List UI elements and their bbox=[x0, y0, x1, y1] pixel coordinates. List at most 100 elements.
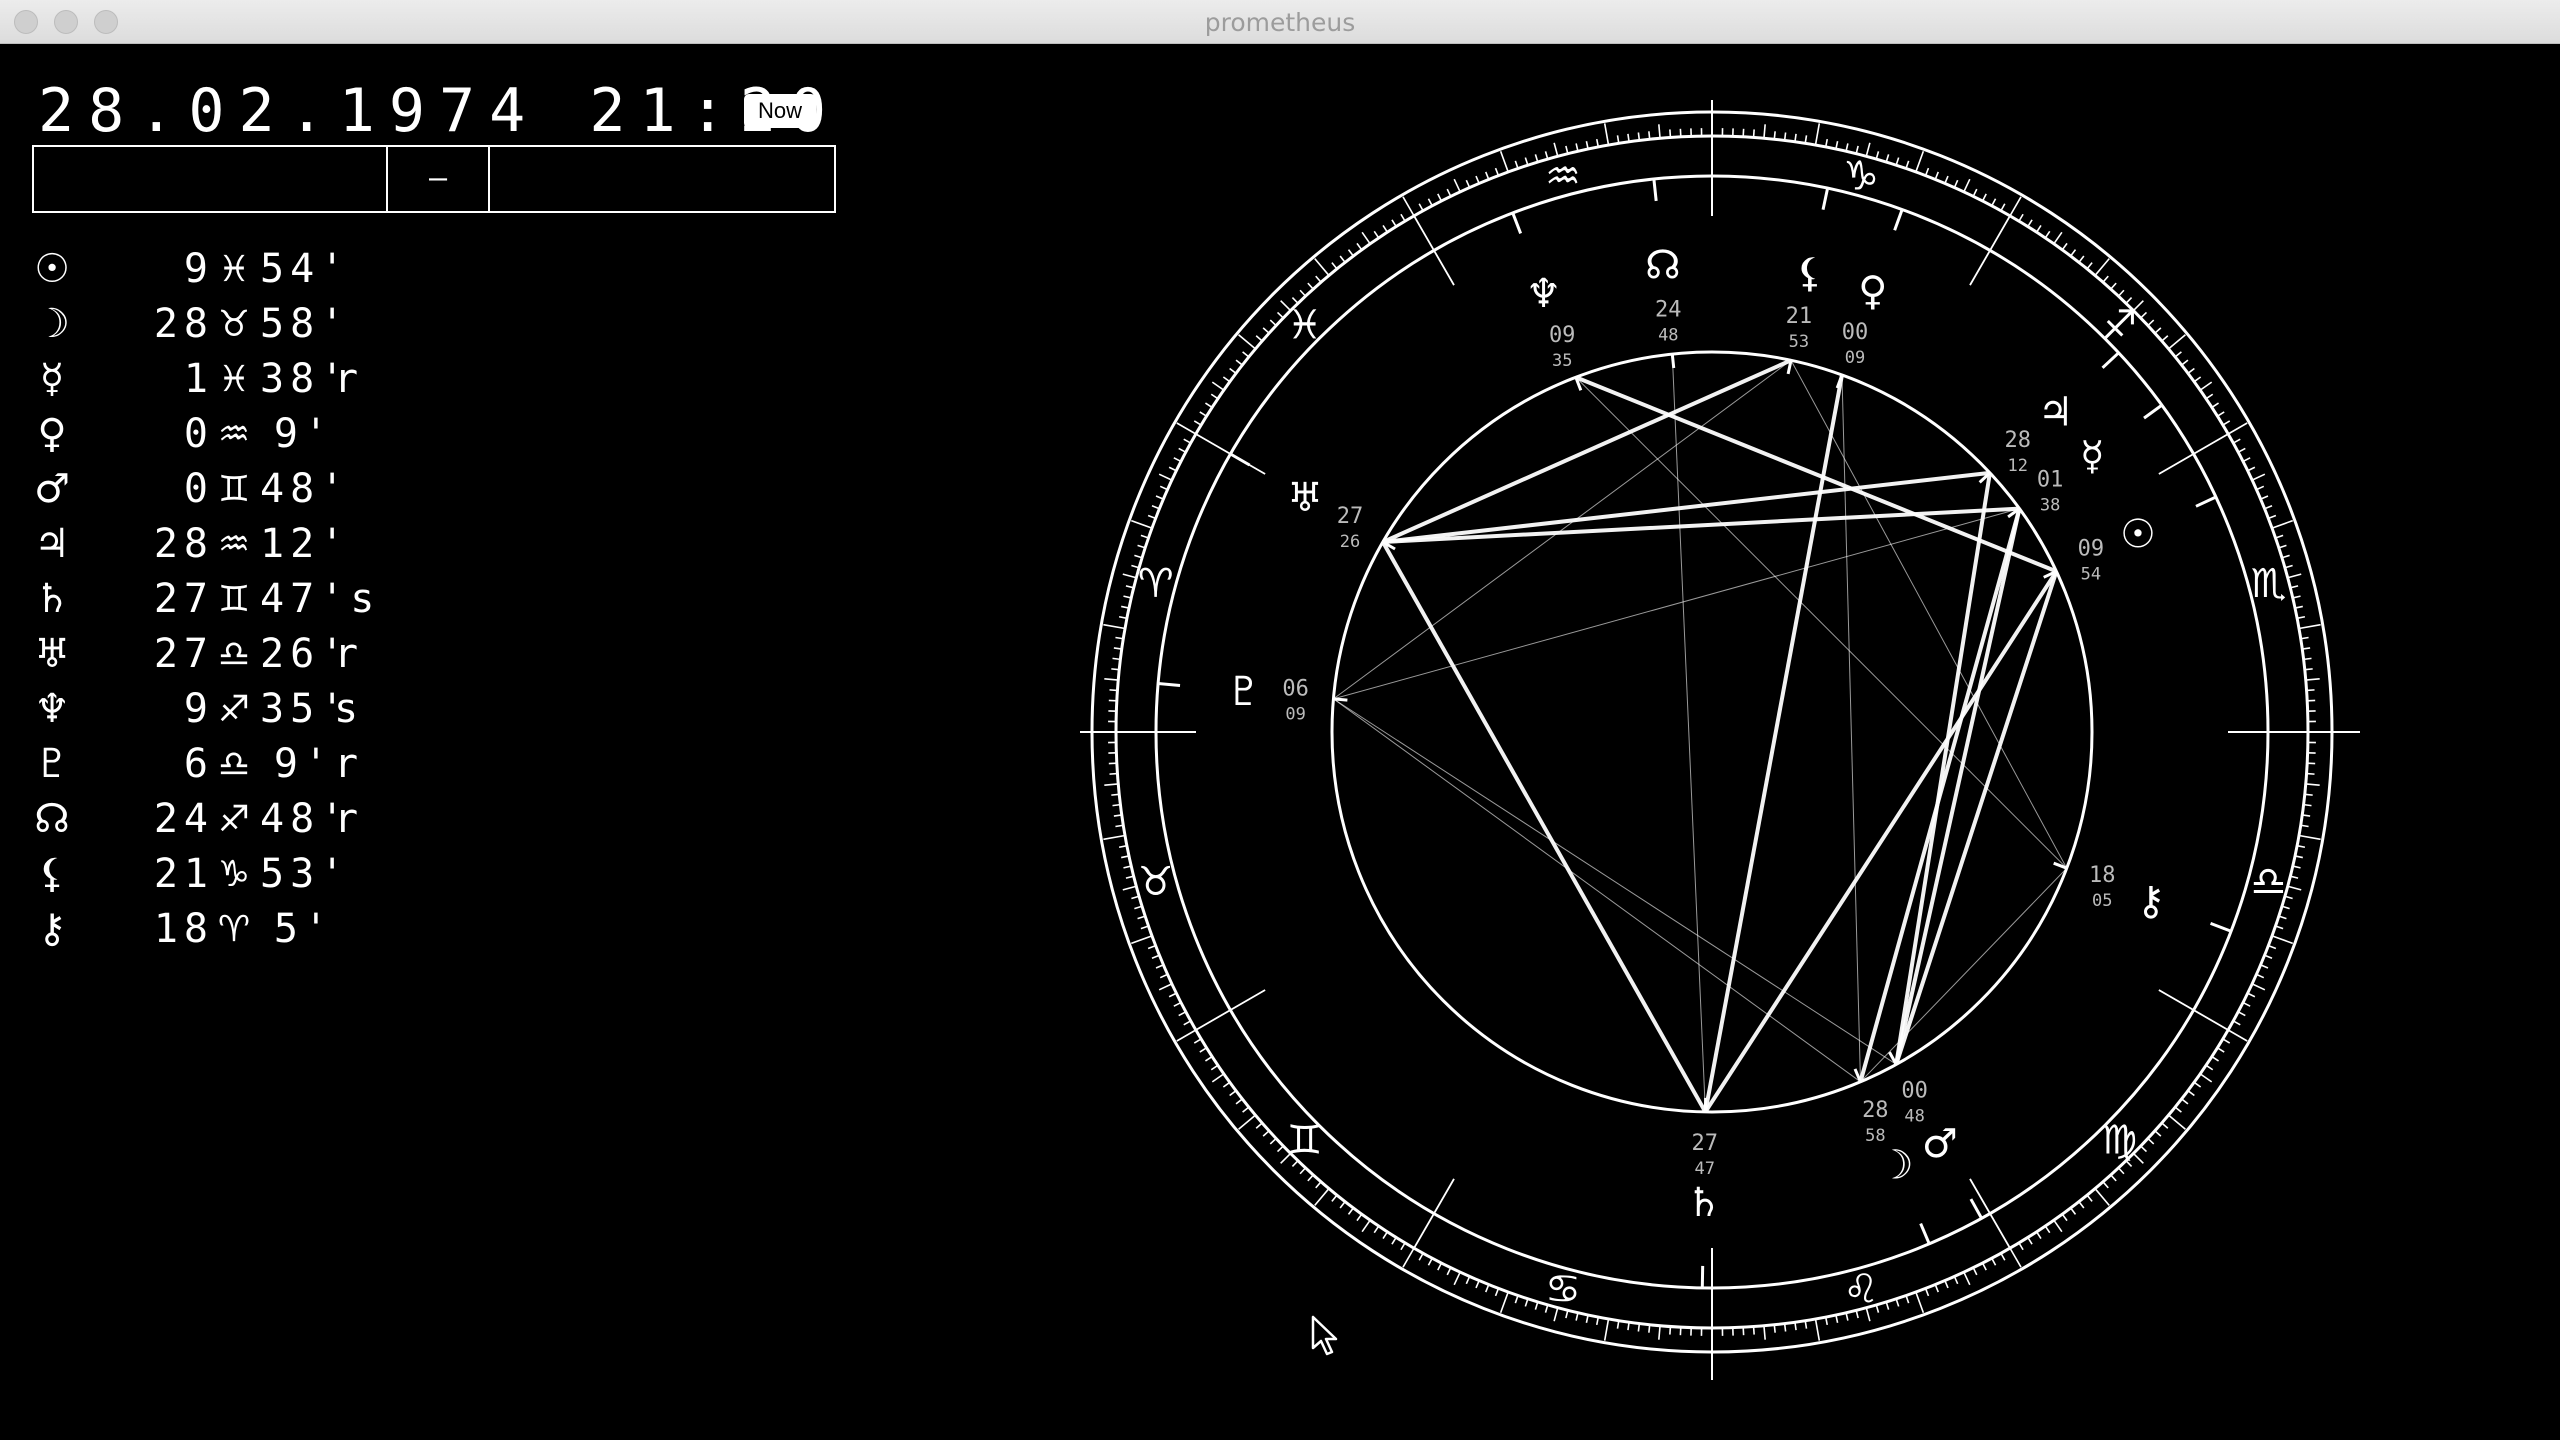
degree-tick bbox=[1113, 814, 1122, 817]
degree-tick bbox=[1173, 457, 1182, 463]
degree-tick bbox=[2268, 944, 2277, 950]
degree-tick bbox=[1222, 376, 1231, 383]
datetime-display[interactable]: 28.02.1974 21:20 bbox=[38, 76, 840, 146]
degree-tick bbox=[2193, 1081, 2202, 1088]
input-separator: – bbox=[386, 147, 490, 211]
planet-degree: 18 bbox=[153, 906, 214, 952]
planet-row: ♂ 0 ♊ 48' bbox=[30, 462, 430, 517]
degree-tick bbox=[1534, 1301, 1539, 1310]
planet-degree: 27 bbox=[153, 576, 214, 622]
aspect-line bbox=[1894, 472, 1992, 1065]
degree-tick bbox=[2168, 334, 2186, 350]
degree-tick bbox=[1269, 1137, 1277, 1145]
planet-minute: 9' bbox=[273, 741, 334, 787]
planet-glyph: ⚸ bbox=[1795, 250, 1824, 296]
planet-minute: 35' bbox=[260, 686, 351, 732]
degree-tick bbox=[2181, 1098, 2189, 1105]
sign-divider bbox=[1969, 1178, 2011, 1249]
planet-motion-flag: r bbox=[334, 631, 363, 677]
degree-tick bbox=[1331, 1194, 1338, 1202]
degree-tick bbox=[1103, 623, 1126, 630]
degree-tick bbox=[2264, 504, 2273, 510]
degree-tick bbox=[2154, 327, 2162, 334]
degree-tick bbox=[2217, 1047, 2225, 1053]
degree-tick bbox=[1122, 885, 1137, 891]
degree-tick bbox=[1104, 783, 1119, 786]
degree-tick bbox=[2168, 1114, 2186, 1130]
degree-tick bbox=[1176, 1029, 1197, 1042]
degree-tick bbox=[2247, 992, 2256, 998]
degree-tick bbox=[2161, 1122, 2169, 1129]
planet-glyph: ☉ bbox=[2120, 511, 2156, 557]
degree-tick bbox=[2035, 1231, 2042, 1239]
zodiac-sign-icon: ♓ bbox=[217, 249, 251, 290]
zodiac-sign-icon: ♎ bbox=[217, 634, 251, 675]
planet-row: ♃ 28 ♒ 12' bbox=[30, 517, 430, 572]
aspect-line bbox=[1333, 698, 1861, 1083]
degree-tick bbox=[1637, 1323, 1641, 1332]
degree-tick bbox=[1361, 1219, 1371, 1233]
degree-tick bbox=[1238, 334, 1256, 350]
degree-tick bbox=[1356, 1213, 1363, 1222]
degree-tick bbox=[1193, 420, 1202, 426]
degree-tick bbox=[2061, 1213, 2068, 1222]
degree-tick bbox=[2232, 438, 2241, 444]
now-button[interactable]: Now bbox=[744, 94, 816, 128]
zodiac-sign-icon: ♈ bbox=[217, 909, 251, 950]
degree-tick bbox=[1972, 188, 1978, 197]
degree-tick bbox=[1178, 1011, 1187, 1017]
degree-tick bbox=[1494, 1288, 1500, 1297]
degree-tick bbox=[1669, 129, 1672, 138]
degree-tick bbox=[1991, 1257, 1997, 1266]
body-tick bbox=[1821, 187, 1830, 210]
planet-degree: 27 bbox=[153, 631, 214, 677]
degree-tick bbox=[2018, 213, 2024, 222]
sign-divider bbox=[1195, 989, 1266, 1031]
degree-tick bbox=[2303, 803, 2312, 807]
zodiac-sign-icon: ♑ bbox=[217, 854, 251, 895]
location-right-input[interactable] bbox=[490, 147, 834, 211]
degree-tick bbox=[1465, 1276, 1471, 1285]
degree-tick bbox=[1168, 466, 1177, 472]
degree-tick bbox=[2205, 393, 2214, 400]
degree-tick bbox=[1347, 1207, 1354, 1215]
degree-tick bbox=[1373, 1225, 1380, 1234]
degree-tick bbox=[1402, 1247, 1415, 1268]
degree-tick bbox=[2242, 457, 2251, 463]
degree-tick bbox=[1238, 1114, 1256, 1130]
degree-tick bbox=[1418, 203, 1424, 212]
zodiac-sign-glyph: ♈ bbox=[1138, 561, 1174, 607]
degree-tick bbox=[1783, 1323, 1787, 1332]
location-input-row: – bbox=[32, 145, 836, 213]
degree-tick bbox=[1235, 1098, 1243, 1105]
degree-tick bbox=[1199, 1047, 1207, 1053]
degree-tick bbox=[1603, 1318, 1610, 1341]
degree-tick bbox=[2147, 319, 2155, 327]
planet-degree: 28 bbox=[153, 301, 214, 347]
degree-tick bbox=[2009, 196, 2022, 217]
degree-tick bbox=[2117, 289, 2125, 297]
degree-tick bbox=[1944, 175, 1949, 184]
planet-wheel-minute: 58 bbox=[1865, 1126, 1885, 1146]
degree-tick bbox=[1763, 1325, 1766, 1340]
planet-minute: 47's bbox=[260, 576, 381, 622]
degree-tick bbox=[2205, 1064, 2214, 1071]
zodiac-sign-icon: ♉ bbox=[217, 304, 251, 345]
planet-wheel-minute: 26 bbox=[1340, 532, 1360, 552]
aspect-line bbox=[1381, 541, 1708, 1113]
degree-tick bbox=[1168, 992, 1177, 998]
planet-wheel-degree: 09 bbox=[1549, 323, 1576, 348]
degree-tick bbox=[1103, 834, 1126, 841]
degree-tick bbox=[2211, 402, 2219, 409]
degree-tick bbox=[1299, 289, 1307, 297]
planet-row: ♀ 0 ♒ 9' bbox=[30, 407, 430, 462]
degree-tick bbox=[1235, 359, 1243, 366]
zodiac-sign-glyph: ♓ bbox=[1287, 303, 1323, 349]
zodiac-sign-icon: ♐ bbox=[217, 689, 251, 730]
chiron-icon: ⚷ bbox=[37, 906, 67, 952]
degree-tick bbox=[2290, 875, 2299, 879]
degree-tick bbox=[1475, 1280, 1480, 1289]
zodiac-sign-icon: ♊ bbox=[217, 469, 251, 510]
planet-minute: 9' bbox=[273, 411, 334, 457]
location-left-input[interactable] bbox=[34, 147, 386, 211]
